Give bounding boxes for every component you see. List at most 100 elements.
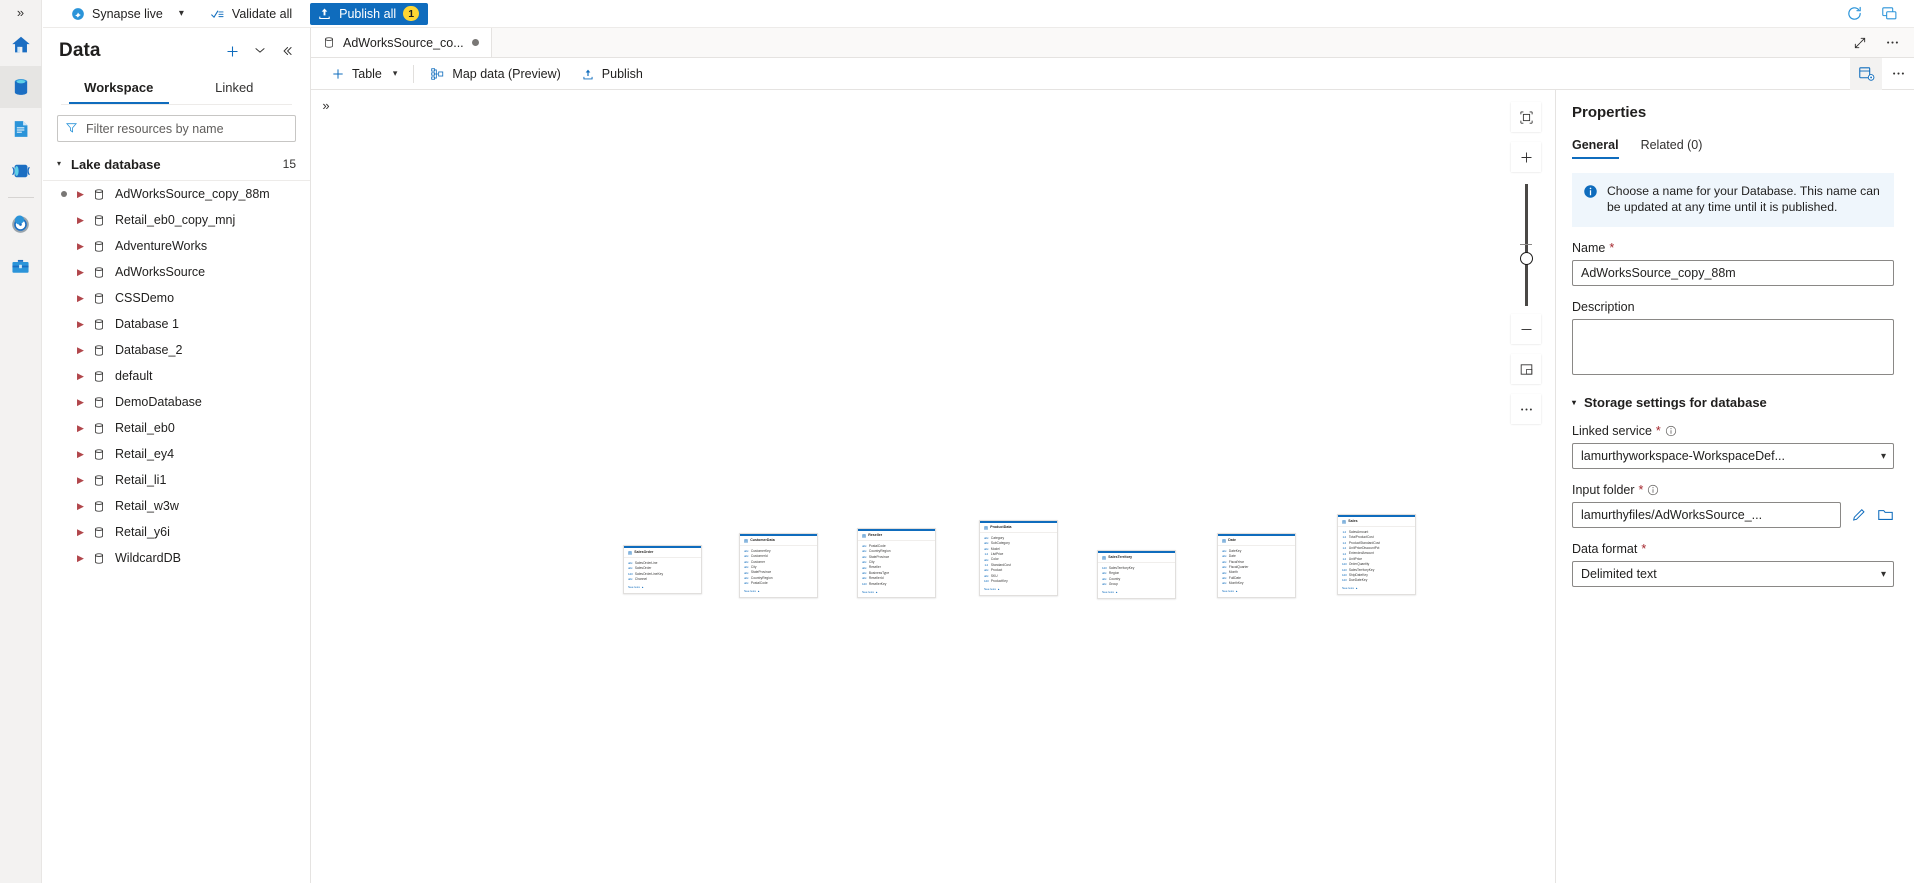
expand-caret-icon[interactable]: ▶ — [77, 553, 93, 563]
expand-caret-icon[interactable]: ▶ — [77, 293, 93, 303]
see-less-link[interactable]: See less ▴ — [980, 586, 1057, 594]
table-card-header[interactable]: CustomerData — [740, 536, 817, 547]
tree-item-database[interactable]: ▶ Retail_li1 — [43, 467, 310, 493]
feedback-icon[interactable] — [1881, 5, 1898, 22]
expand-caret-icon[interactable]: ▶ — [77, 423, 93, 433]
tab-general[interactable]: General — [1572, 138, 1619, 159]
add-table-button[interactable]: Table ▾ — [321, 58, 407, 90]
expand-caret-icon[interactable]: ▶ — [77, 527, 93, 537]
expand-caret-icon[interactable]: ▶ — [77, 241, 93, 251]
expand-caret-icon[interactable]: ▶ — [77, 371, 93, 381]
expand-caret-icon[interactable]: ▶ — [77, 189, 93, 199]
filter-resources-field[interactable] — [57, 115, 296, 142]
rail-item-integrate[interactable] — [0, 150, 42, 192]
tree-item-database[interactable]: ▶ Database 1 — [43, 311, 310, 337]
collapse-icon[interactable] — [280, 44, 294, 58]
table-designer-canvas[interactable]: » SalesOrder abc SalesOrderLine abc Sale… — [311, 90, 1556, 883]
table-column[interactable]: abc MonthKey — [1222, 581, 1291, 586]
zoom-in-icon[interactable] — [1511, 142, 1541, 172]
rail-expand-icon[interactable]: » — [0, 0, 42, 24]
name-field[interactable] — [1572, 259, 1894, 286]
table-card-header[interactable]: Reseller — [858, 531, 935, 542]
rail-item-data[interactable] — [0, 66, 42, 108]
add-icon[interactable] — [225, 44, 240, 59]
tree-item-database[interactable]: ▶ AdWorksSource — [43, 259, 310, 285]
document-tab-adworkssource[interactable]: AdWorksSource_co... — [311, 28, 492, 57]
rail-item-home[interactable] — [0, 24, 42, 66]
tree-item-database[interactable]: ▶ CSSDemo — [43, 285, 310, 311]
input-folder-field[interactable] — [1572, 501, 1841, 528]
see-less-link[interactable]: See less ▴ — [624, 584, 701, 592]
table-column[interactable]: abc Group — [1102, 582, 1171, 587]
expand-icon[interactable] — [1853, 36, 1867, 50]
folder-icon[interactable] — [1877, 506, 1894, 523]
expand-caret-icon[interactable]: ▶ — [77, 397, 93, 407]
see-less-link[interactable]: See less ▴ — [1218, 589, 1295, 597]
table-column[interactable]: abc Channel — [628, 577, 697, 582]
expand-caret-icon[interactable]: ▶ — [77, 345, 93, 355]
fit-to-screen-icon[interactable] — [1511, 102, 1541, 132]
more-canvas-options-icon[interactable] — [1511, 394, 1541, 424]
minimap-toggle-icon[interactable] — [1511, 354, 1541, 384]
expand-caret-icon[interactable]: ▶ — [77, 475, 93, 485]
data-format-select[interactable]: Delimited text — [1572, 560, 1894, 587]
tree-item-database[interactable]: ▶ Database_2 — [43, 337, 310, 363]
tree-item-database[interactable]: ▶ AdWorksSource_copy_88m — [43, 181, 310, 207]
expand-caret-icon[interactable]: ▶ — [77, 319, 93, 329]
rail-item-manage[interactable] — [0, 245, 42, 287]
see-less-link[interactable]: See less ▴ — [1098, 589, 1175, 597]
storage-settings-section-header[interactable]: ▾ Storage settings for database — [1572, 395, 1894, 410]
tab-workspace[interactable]: Workspace — [61, 72, 177, 104]
map-data-button[interactable]: Map data (Preview) — [420, 58, 570, 90]
rail-item-develop[interactable] — [0, 108, 42, 150]
zoom-out-icon[interactable] — [1511, 314, 1541, 344]
description-field[interactable] — [1572, 318, 1894, 375]
table-card[interactable]: SalesTerritory 123 SalesTerritoryKey abc… — [1097, 550, 1176, 599]
lake-database-group-header[interactable]: ▾ Lake database 15 — [43, 150, 310, 178]
table-card[interactable]: Sales 1.2 SalesAmount 1.2 TotalProductCo… — [1337, 514, 1416, 596]
expand-caret-icon[interactable]: ▶ — [77, 215, 93, 225]
tab-linked[interactable]: Linked — [177, 72, 293, 104]
more-icon[interactable] — [1885, 35, 1900, 50]
tree-item-database[interactable]: ▶ Retail_eb0_copy_mnj — [43, 207, 310, 233]
table-column[interactable]: 123 ResellerKey — [862, 582, 931, 587]
chevron-down-icon[interactable]: ▾ — [393, 68, 398, 79]
tree-item-database[interactable]: ▶ WildcardDB — [43, 545, 310, 571]
publish-button[interactable]: Publish — [571, 58, 653, 90]
see-less-link[interactable]: See less ▴ — [858, 589, 935, 597]
tree-item-database[interactable]: ▶ Retail_eb0 — [43, 415, 310, 441]
table-card-header[interactable]: Date — [1218, 536, 1295, 547]
search-input[interactable] — [57, 115, 296, 142]
tree-item-database[interactable]: ▶ default — [43, 363, 310, 389]
tree-item-database[interactable]: ▶ DemoDatabase — [43, 389, 310, 415]
actions-chevron-icon[interactable] — [253, 44, 267, 58]
zoom-slider[interactable] — [1511, 184, 1541, 306]
rail-item-monitor[interactable] — [0, 203, 42, 245]
table-card-header[interactable]: SalesOrder — [624, 548, 701, 559]
see-less-link[interactable]: See less ▴ — [740, 589, 817, 597]
linked-service-select[interactable]: lamurthyworkspace-WorkspaceDef... — [1572, 442, 1894, 469]
see-less-link[interactable]: See less ▴ — [1338, 586, 1415, 594]
pencil-icon[interactable] — [1851, 507, 1867, 523]
table-card[interactable]: Date abc DateKey abc Date abc FiscalYear… — [1217, 533, 1296, 599]
table-column[interactable]: abc PostalCode — [744, 581, 813, 586]
table-card[interactable]: CustomerData abc CustomerKey abc Custome… — [739, 533, 818, 599]
table-card[interactable]: ProductData abc Category abc SubCategory… — [979, 520, 1058, 596]
more-commands-icon[interactable] — [1882, 58, 1914, 90]
expand-caret-icon[interactable]: ▶ — [77, 267, 93, 277]
info-circle-icon[interactable] — [1665, 425, 1677, 437]
chevron-down-icon[interactable]: ▾ — [179, 8, 184, 19]
expand-caret-icon[interactable]: ▶ — [77, 501, 93, 511]
table-card[interactable]: Reseller abc PostalCode abc CountryRegio… — [857, 528, 936, 599]
table-card-header[interactable]: SalesTerritory — [1098, 553, 1175, 564]
validate-all-button[interactable]: Validate all — [210, 7, 292, 21]
expand-caret-icon[interactable]: ▶ — [77, 449, 93, 459]
tree-item-database[interactable]: ▶ Retail_w3w — [43, 493, 310, 519]
tree-item-database[interactable]: ▶ Retail_ey4 — [43, 441, 310, 467]
properties-toggle-icon[interactable] — [1850, 57, 1882, 90]
table-card-header[interactable]: ProductData — [980, 523, 1057, 534]
tab-related[interactable]: Related (0) — [1641, 138, 1703, 159]
tree-item-database[interactable]: ▶ Retail_y6i — [43, 519, 310, 545]
canvas-expand-icon[interactable]: » — [317, 96, 335, 114]
tree-item-database[interactable]: ▶ AdventureWorks — [43, 233, 310, 259]
